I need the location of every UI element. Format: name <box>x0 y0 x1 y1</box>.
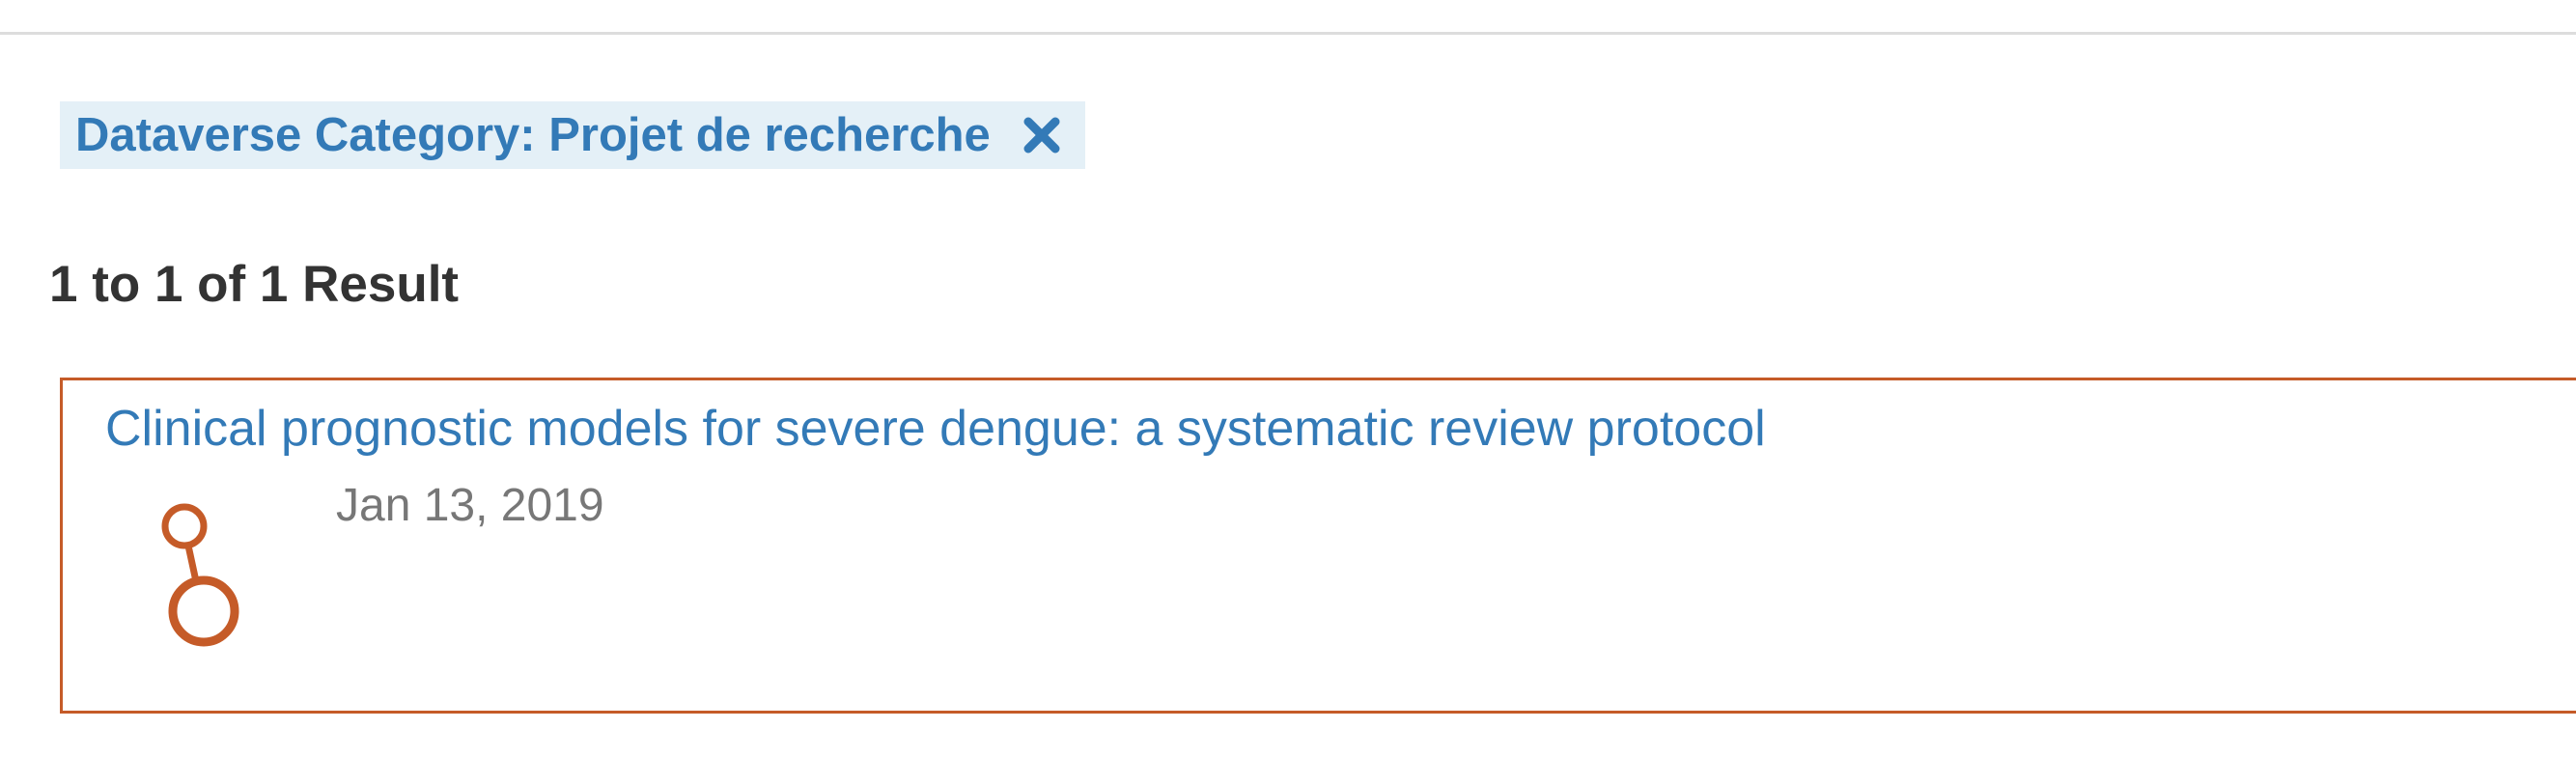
facet-filter-pill: Dataverse Category: Projet de recherche <box>60 101 1085 169</box>
results-count: 1 to 1 of 1 Result <box>49 256 460 313</box>
search-results-page: Dataverse Category: Projet de recherche … <box>0 0 2576 757</box>
result-card: Clinical prognostic models for severe de… <box>60 378 2576 714</box>
top-divider <box>0 32 2576 35</box>
close-icon[interactable] <box>1020 113 1064 157</box>
result-title-link[interactable]: Clinical prognostic models for severe de… <box>105 400 1766 458</box>
close-icon-glyph <box>1023 117 1060 154</box>
dataset-icon <box>155 502 252 661</box>
result-date: Jan 13, 2019 <box>336 480 604 531</box>
facet-filter-label: Dataverse Category: Projet de recherche <box>75 109 991 161</box>
